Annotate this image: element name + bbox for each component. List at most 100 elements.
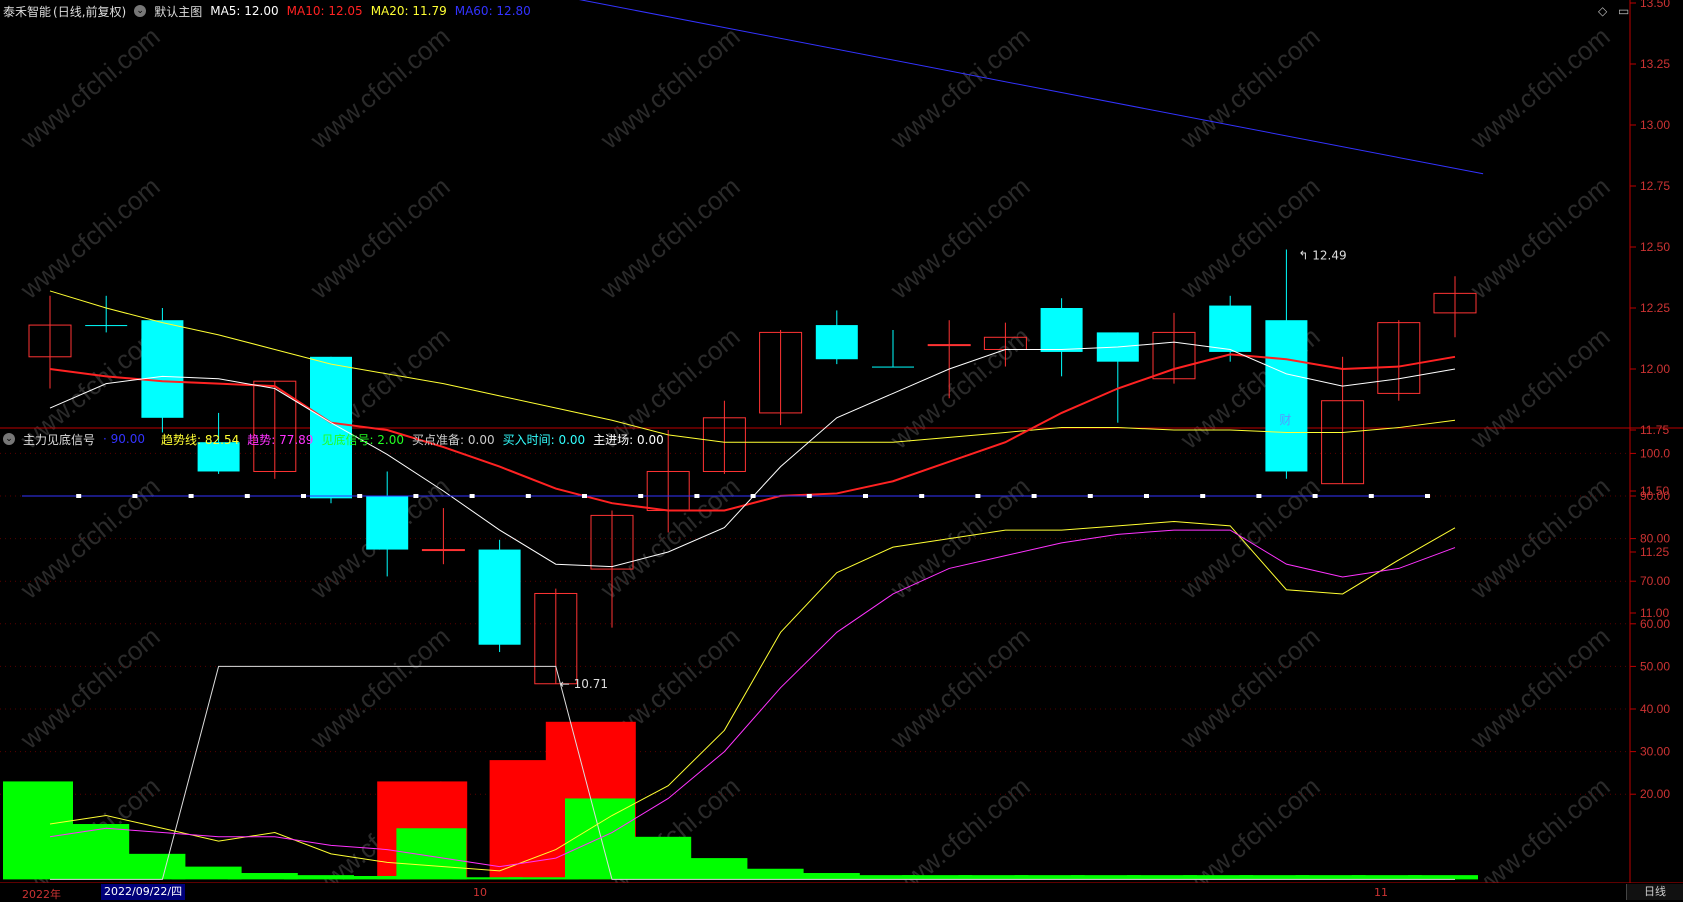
green-bar	[1408, 875, 1478, 880]
template-dropdown-icon[interactable]: ⌄	[134, 5, 147, 17]
level-90-marker	[863, 494, 868, 498]
diamond-icon[interactable]: ◇	[1598, 4, 1607, 18]
watermark-text: www.cfchi.com	[14, 21, 166, 155]
indicator-tick-label: 40.00	[1640, 702, 1670, 716]
level-90-marker	[919, 494, 925, 498]
watermark-text: www.cfchi.com	[1174, 471, 1326, 605]
watermark-text: www.cfchi.com	[884, 471, 1036, 605]
candle-body-down	[1265, 320, 1308, 472]
watermark-text: www.cfchi.com	[1464, 21, 1616, 155]
candle-body-down	[85, 325, 128, 327]
template-label[interactable]: 默认主图	[154, 3, 202, 20]
candle-body-down	[141, 320, 184, 418]
level-90-marker	[357, 494, 363, 498]
level-90-marker	[1312, 494, 1318, 498]
candle-body-down	[478, 549, 521, 645]
price-tick-label: 13.25	[1640, 57, 1670, 71]
watermark-text: www.cfchi.com	[14, 471, 166, 605]
stock-name[interactable]: 泰禾智能	[3, 3, 51, 20]
main-chart-header: 泰禾智能 (日线,前复权) ⌄ 默认主图 MA5: 12.00 MA10: 12…	[0, 0, 539, 22]
watermark-text: www.cfchi.com	[14, 171, 166, 305]
month-nov-label: 11	[1374, 886, 1388, 899]
level-90-marker	[76, 494, 82, 498]
watermark-text: www.cfchi.com	[1464, 171, 1616, 305]
watermark-text: www.cfchi.com	[304, 21, 456, 155]
indicator-tick-label: 80.00	[1640, 532, 1670, 546]
cursor-date: 2022/09/22/四	[101, 884, 186, 900]
level-90-marker	[975, 494, 981, 498]
indicator-tick-label: 90.00	[1640, 489, 1670, 503]
period-label: (日线,前复权)	[53, 4, 127, 19]
level-90-marker	[1425, 494, 1430, 498]
level-90-marker	[188, 494, 194, 498]
candle-body-down	[872, 366, 914, 368]
watermark-text: www.cfchi.com	[1174, 171, 1326, 305]
watermark-text: www.cfchi.com	[1464, 621, 1616, 755]
candle-body-down	[815, 325, 858, 360]
watermark-text: www.cfchi.com	[1174, 771, 1326, 901]
candle-body-up	[927, 344, 971, 347]
indicator-name[interactable]: 主力见底信号	[23, 431, 95, 448]
indicator-tick-label: 30.00	[1640, 745, 1670, 759]
period-cycle-button[interactable]: 日线	[1626, 884, 1683, 900]
watermark-text: www.cfchi.com	[1464, 771, 1616, 901]
finance-event-marker: 财	[1279, 413, 1291, 427]
watermark-text: www.cfchi.com	[304, 621, 456, 755]
ma60-label: MA60: 12.80	[454, 4, 531, 18]
indicator-value-90: · 90.00	[103, 432, 145, 446]
candle-body-down	[1040, 308, 1083, 352]
watermark-text: www.cfchi.com	[594, 21, 746, 155]
year-label: 2022年	[22, 888, 61, 901]
indicator-tick-label: 100.0	[1640, 446, 1670, 460]
level-90-marker	[694, 494, 700, 498]
level-90-marker	[132, 494, 138, 498]
month-oct-label: 10	[473, 886, 487, 899]
ma20-label: MA20: 11.79	[370, 4, 447, 18]
main-entry-value: 主进场: 0.00	[593, 432, 664, 447]
candle-body-down	[366, 495, 409, 550]
trend-value: 趋势: 77.89	[247, 432, 314, 447]
watermark-text: www.cfchi.com	[1174, 21, 1326, 155]
watermark-text: www.cfchi.com	[594, 171, 746, 305]
chart-canvas[interactable]: www.cfchi.com www.cfchi.com www.cfchi.com w…	[0, 0, 1683, 901]
level-90-marker	[750, 494, 756, 498]
watermark-text: www.cfchi.com	[14, 621, 166, 755]
candle-body-up	[421, 549, 465, 552]
price-tick-label: 13.50	[1640, 0, 1670, 10]
high-price-annotation: ↰ 12.49	[1298, 248, 1346, 262]
price-tick-label: 13.00	[1640, 118, 1670, 132]
level-90-marker	[244, 494, 250, 498]
level-90-marker	[469, 494, 475, 498]
low-price-annotation: ← 10.71	[560, 677, 608, 691]
price-tick-label: 11.75	[1640, 423, 1669, 437]
trend-line-value: 趋势线: 82.54	[161, 432, 240, 447]
watermark-text: www.cfchi.com	[884, 171, 1036, 305]
indicator-tick-label: 20.00	[1640, 787, 1670, 801]
watermark-text: www.cfchi.com	[594, 471, 746, 605]
price-tick-label: 12.50	[1640, 240, 1670, 254]
level-90-marker	[1144, 494, 1149, 498]
level-90-marker	[1200, 494, 1206, 498]
ma5-label: MA5: 12.00	[210, 4, 279, 18]
time-axis	[0, 883, 1683, 901]
level-90-marker	[806, 494, 812, 498]
level-90-marker	[1087, 494, 1093, 498]
watermark-text: www.cfchi.com	[884, 21, 1036, 155]
price-tick-label: 12.75	[1640, 179, 1670, 193]
watermark-text: www.cfchi.com	[1464, 321, 1616, 455]
watermark-text: www.cfchi.com	[1464, 471, 1616, 605]
indicator-header: ⌄ 主力见底信号 · 90.00 趋势线: 82.54 趋势: 77.89 见底…	[0, 428, 672, 450]
indicator-tick-label: 50.00	[1640, 659, 1670, 673]
buy-time-value: 买入时间: 0.00	[502, 432, 586, 447]
indicator-tick-label: 70.00	[1640, 574, 1670, 588]
indicator-dropdown-icon[interactable]: ⌄	[3, 433, 15, 445]
indicator-tick-label: 60.00	[1640, 617, 1670, 631]
level-90-marker	[301, 494, 306, 498]
level-90-marker	[1256, 494, 1262, 498]
price-tick-label: 12.25	[1640, 301, 1670, 315]
level-90-marker	[413, 494, 419, 498]
candle-body-down	[1209, 305, 1252, 352]
watermark-text: www.cfchi.com	[884, 321, 1036, 455]
watermark-text: www.cfchi.com	[1174, 621, 1326, 755]
settings-box-icon[interactable]: ▭	[1618, 4, 1629, 18]
